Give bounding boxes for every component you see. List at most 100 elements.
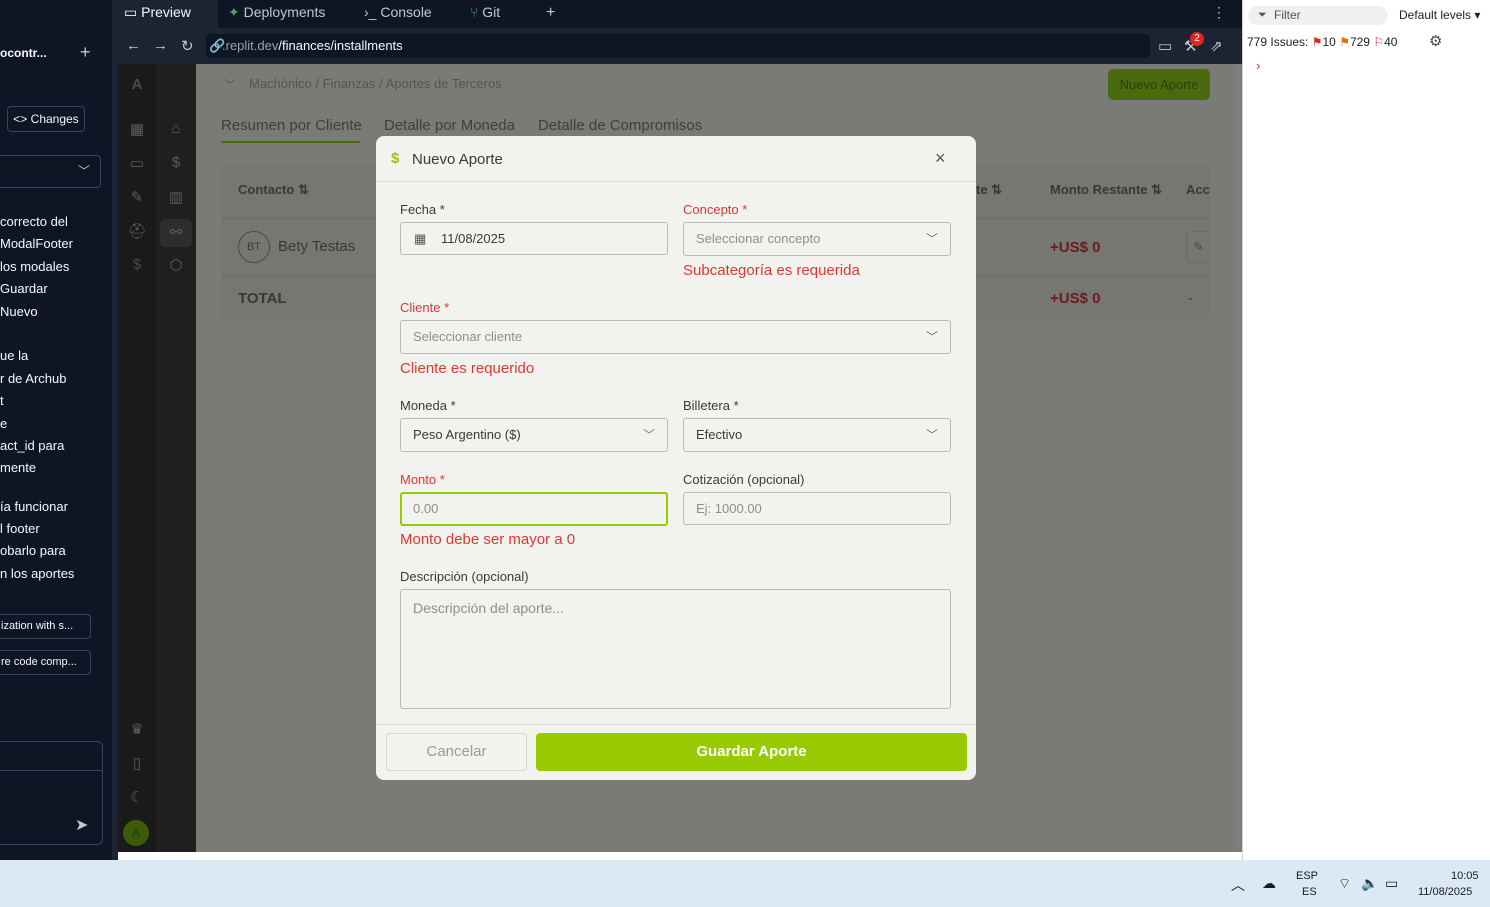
more-icon[interactable]: ⋮ — [1212, 0, 1226, 28]
monto-input[interactable]: 0.00 — [400, 492, 668, 526]
tab-git[interactable]: ⑂ Git — [470, 0, 536, 28]
chevron-down-icon[interactable]: ﹀ — [224, 76, 236, 93]
tab-detalle-moneda[interactable]: Detalle por Moneda — [384, 117, 515, 134]
preview-toolbar: ← → ↻ 🔗 .replit.dev/finances/installments… — [118, 28, 1242, 64]
column-header-monto-restante[interactable]: Monto Restante ⇅ — [1050, 182, 1162, 198]
forward-icon[interactable]: → — [153, 37, 168, 54]
cancel-button[interactable]: Cancelar — [386, 733, 527, 771]
folder-icon[interactable]: ▭ — [125, 154, 149, 172]
tab-detalle-compromisos[interactable]: Detalle de Compromisos — [538, 117, 702, 134]
chevron-up-icon[interactable]: ︿ — [1231, 875, 1245, 895]
moon-icon[interactable]: ☾ — [125, 788, 149, 806]
chat-line: ModalFooter — [0, 236, 73, 251]
url-field[interactable]: 🔗 .replit.dev/finances/installments — [206, 34, 1150, 58]
concepto-select[interactable]: Seleccionar concepto ﹀ — [683, 222, 951, 256]
reload-icon[interactable]: ↻ — [181, 37, 194, 55]
save-aporte-button[interactable]: Guardar Aporte — [536, 733, 967, 771]
taskbar: ︿ ☁ ESP ES ⌔ 🔈 ▭ 10:05 11/08/2025 — [0, 860, 1490, 907]
close-icon[interactable]: × — [935, 148, 946, 169]
wifi-icon[interactable]: ⌔ — [1338, 875, 1351, 893]
cliente-error: Cliente es requerido — [400, 360, 535, 377]
chat-dropdown[interactable]: ﹀ — [0, 155, 101, 188]
info-icon: ⚐ — [1373, 35, 1385, 49]
chat-line: correcto del — [0, 214, 68, 229]
user-avatar[interactable]: A — [123, 820, 149, 846]
tab-console[interactable]: ›_ Console — [364, 0, 460, 28]
language-bottom[interactable]: ES — [1302, 886, 1317, 898]
suggestion-pill[interactable]: ization with s... — [0, 614, 91, 639]
tab-preview[interactable]: ▭ Preview — [118, 0, 218, 28]
cloud-icon[interactable]: ☁ — [1262, 875, 1276, 892]
app-rail: A ▦ ▭ ✎ ⛑ $ ♛ ▯ ☾ A — [118, 64, 156, 852]
language-top[interactable]: ESP — [1296, 870, 1318, 882]
send-icon[interactable]: ➤ — [75, 815, 88, 835]
sidebar-icon[interactable]: ▯ — [125, 754, 149, 772]
changes-button[interactable]: <> Changes — [7, 106, 85, 132]
devices-icon[interactable]: ▭ — [1158, 37, 1172, 55]
box-icon[interactable]: ⬡ — [164, 256, 188, 274]
new-aporte-button[interactable]: Nuevo Aporte — [1108, 69, 1210, 100]
modal-title: Nuevo Aporte — [412, 151, 503, 168]
tab-resumen-cliente[interactable]: Resumen por Cliente — [221, 117, 362, 134]
home-icon[interactable]: ⌂ — [164, 120, 188, 137]
chevron-down-icon: ﹀ — [642, 428, 655, 442]
monitor-icon: ▭ — [124, 4, 142, 20]
nuevo-aporte-modal: $ Nuevo Aporte × Fecha * ▦ 11/08/2025 Co… — [376, 136, 976, 780]
terminal-icon: ›_ — [364, 4, 381, 20]
dollar-icon[interactable]: $ — [125, 256, 149, 273]
chat-line: n los aportes — [0, 566, 75, 581]
chevron-down-icon: ﹀ — [925, 428, 938, 442]
moneda-select[interactable]: Peso Argentino ($) ﹀ — [400, 418, 668, 452]
helmet-icon[interactable]: ⛑ — [125, 222, 149, 240]
breadcrumb: Machónico / Finanzas / Aportes de Tercer… — [249, 76, 502, 91]
column-header-contacto[interactable]: Contacto ⇅ — [238, 182, 309, 198]
clock-date[interactable]: 11/08/2025 — [1418, 886, 1472, 898]
contact-name: Bety Testas — [278, 238, 356, 255]
chevron-down-icon: ﹀ — [77, 164, 90, 178]
link-icon: 🔗 — [209, 38, 226, 53]
cotizacion-input[interactable]: Ej: 1000.00 — [683, 492, 951, 525]
chat-line: mente — [0, 460, 37, 475]
handshake-icon[interactable]: ⚯ — [160, 219, 192, 247]
crown-icon[interactable]: ♛ — [125, 720, 149, 738]
open-external-icon[interactable]: ⇗ — [1210, 37, 1223, 55]
app-logo: A — [131, 76, 143, 93]
total-action: - — [1188, 290, 1193, 307]
issues-summary[interactable]: 779 Issues: ⚑10 ⚑729 ⚐40 — [1247, 35, 1397, 49]
descripcion-textarea[interactable]: Descripción del aporte... — [400, 589, 951, 709]
cliente-label: Cliente * — [400, 300, 450, 315]
brush-icon[interactable]: ✎ — [125, 188, 149, 206]
new-tab-button[interactable]: + — [546, 0, 566, 28]
battery-icon[interactable]: ▭ — [1385, 875, 1398, 892]
cliente-select[interactable]: Seleccionar cliente ﹀ — [400, 320, 951, 354]
chevron-right-icon[interactable]: › — [1256, 58, 1260, 73]
billetera-select[interactable]: Efectivo ﹀ — [683, 418, 951, 452]
building-icon[interactable]: ▦ — [125, 120, 149, 138]
fecha-date-picker[interactable]: ▦ 11/08/2025 — [400, 222, 668, 255]
log-levels-dropdown[interactable]: Default levels ▾ — [1399, 8, 1480, 22]
dollar-icon[interactable]: $ — [164, 154, 188, 171]
edit-icon[interactable]: ✎ — [1186, 231, 1210, 263]
chat-line: act_id para — [0, 438, 65, 453]
column-header[interactable]: te ⇅ — [976, 182, 1002, 198]
chat-line: Nuevo — [0, 304, 38, 319]
suggestion-pill[interactable]: re code comp... — [0, 650, 91, 675]
filter-input[interactable]: ⏷ Filter — [1248, 6, 1388, 25]
chart-icon[interactable]: ▥ — [164, 188, 188, 206]
chat-line: ía funcionar — [0, 499, 68, 514]
git-icon: ⑂ — [470, 4, 483, 20]
remaining-amount: +US$ 0 — [1050, 239, 1101, 256]
chat-line: ue la — [0, 348, 29, 363]
chat-line: r de Archub — [0, 371, 67, 386]
clock-time[interactable]: 10:05 — [1451, 870, 1479, 882]
gear-icon[interactable]: ⚙ — [1429, 32, 1442, 50]
concepto-error: Subcategoría es requerida — [683, 262, 860, 279]
workspace-tabs: ▭ Preview ✦ Deployments ›_ Console ⑂ Git… — [118, 0, 1242, 28]
descripcion-label: Descripción (opcional) — [400, 569, 529, 584]
app-subrail: ⌂ $ ▥ ⚯ ⬡ — [156, 64, 196, 852]
agent-chat-panel: ocontr... + <> Changes ﹀ ization with s.… — [0, 0, 112, 860]
new-chat-button[interactable]: + — [80, 42, 91, 63]
back-icon[interactable]: ← — [126, 37, 141, 54]
tab-deployments[interactable]: ✦ Deployments — [228, 0, 354, 28]
volume-icon[interactable]: 🔈 — [1361, 875, 1378, 892]
